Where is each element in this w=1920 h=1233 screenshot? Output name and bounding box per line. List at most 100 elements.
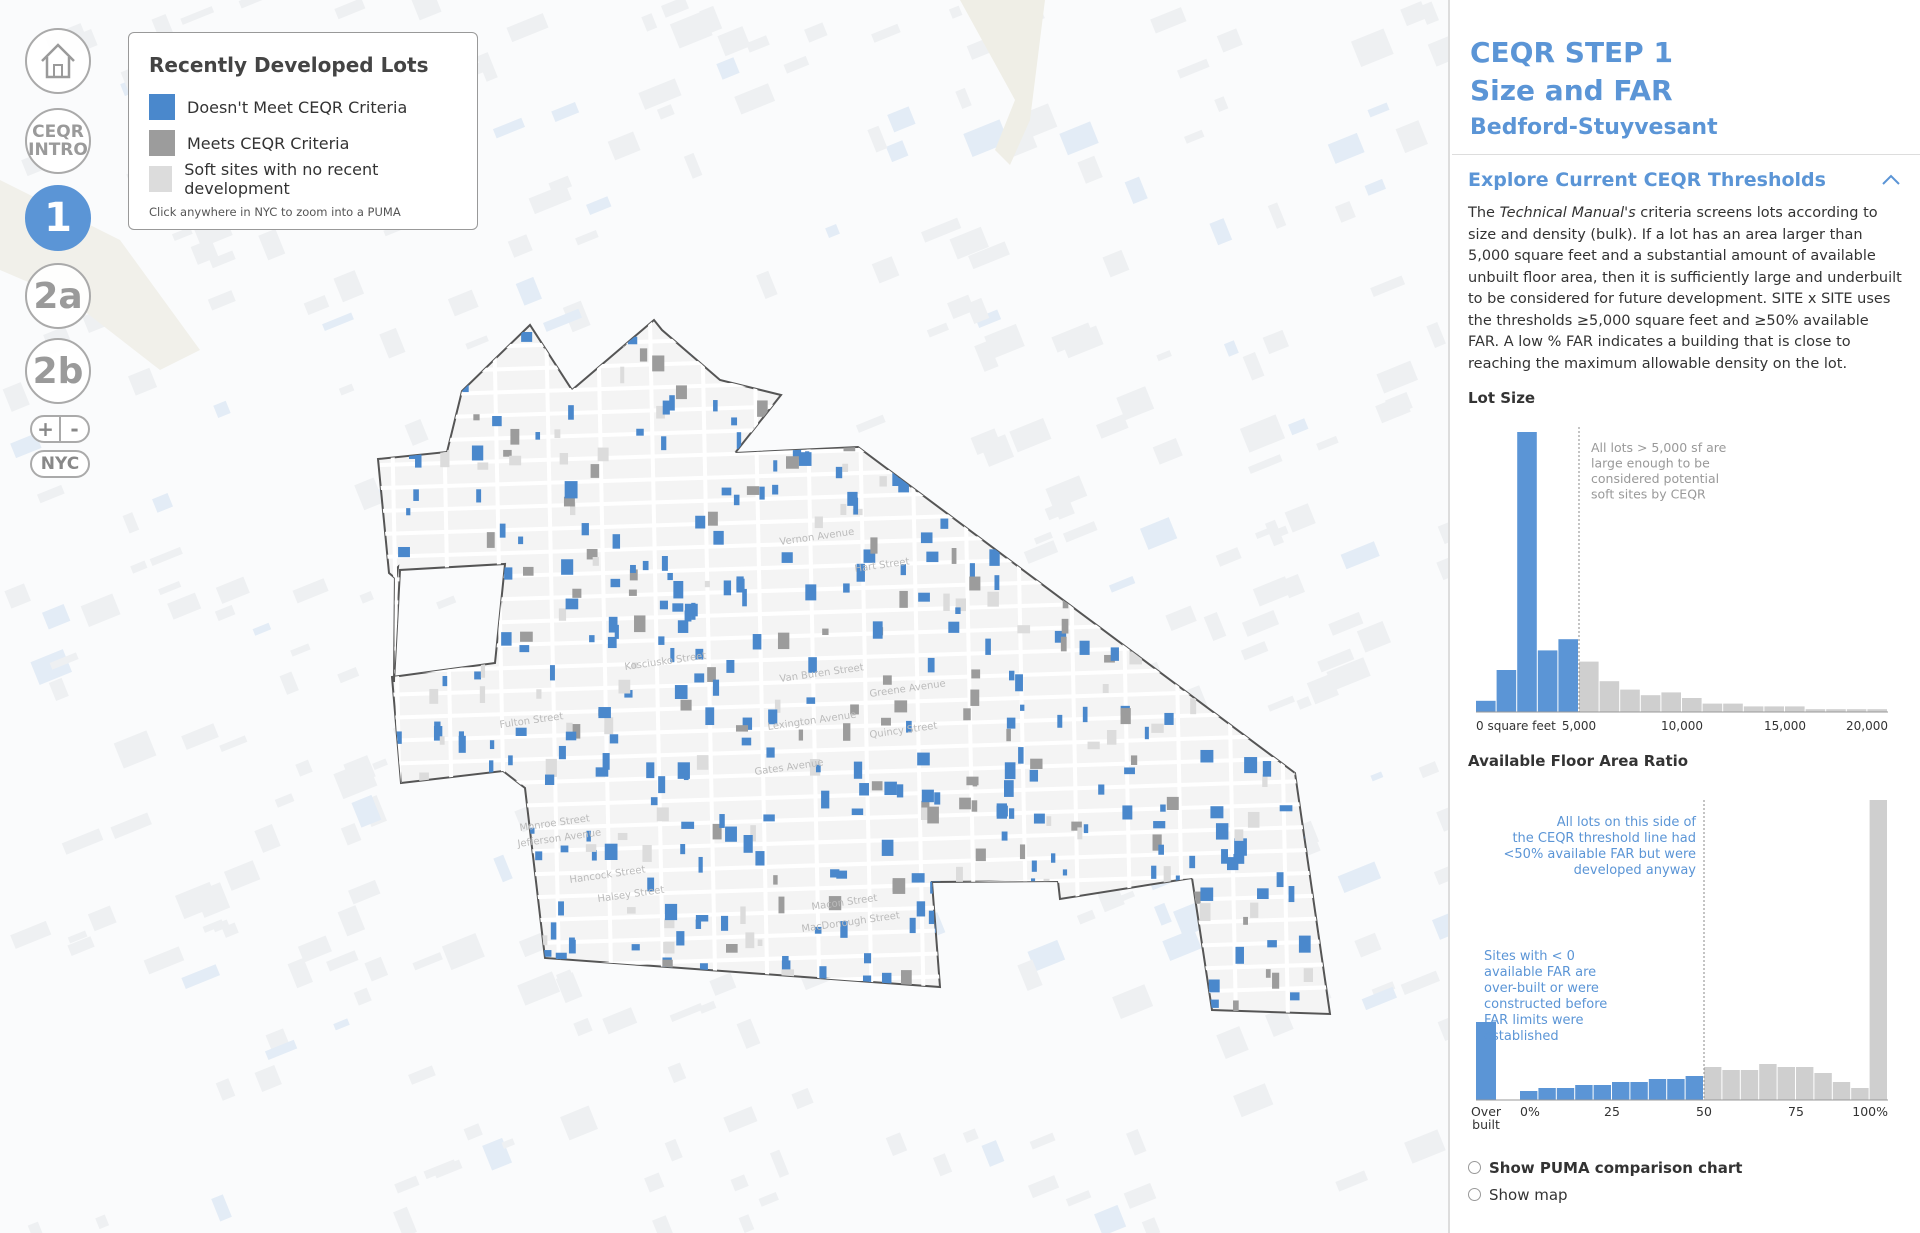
lot — [1093, 470, 1100, 484]
lot — [508, 755, 513, 766]
zoom-in-button[interactable]: + — [32, 417, 61, 441]
lot — [592, 556, 599, 566]
background-block — [292, 578, 329, 604]
lot — [612, 534, 621, 549]
chart-annotation-line: All lots > 5,000 sf are — [1591, 440, 1727, 455]
lot — [1151, 723, 1164, 733]
background-block — [926, 322, 949, 338]
lot — [656, 807, 669, 822]
background-block — [667, 1062, 687, 1084]
lot — [778, 896, 785, 914]
lot — [471, 587, 476, 595]
chart-annotation-line: All lots on this side of — [1557, 815, 1697, 830]
background-block — [1395, 120, 1428, 154]
lot — [602, 753, 610, 770]
lot — [705, 707, 715, 726]
lot — [660, 1008, 666, 1014]
lot — [661, 982, 673, 997]
lot — [1276, 872, 1284, 888]
lot — [900, 970, 912, 986]
lot — [479, 972, 490, 981]
lot — [590, 464, 600, 478]
x-tick-label: 100% — [1852, 1104, 1888, 1119]
lot — [672, 603, 684, 612]
lot — [477, 462, 489, 470]
nyc-button[interactable]: NYC — [30, 450, 90, 478]
background-block — [219, 735, 248, 753]
lot — [872, 621, 883, 639]
lot — [723, 580, 732, 596]
background-block — [734, 83, 776, 115]
lot — [821, 362, 833, 374]
background-block — [274, 793, 295, 808]
lot — [798, 452, 812, 466]
lot — [1152, 978, 1165, 995]
x-tick-label: 20,000 — [1846, 719, 1888, 733]
lot — [759, 486, 765, 500]
background-block — [41, 604, 71, 630]
lot — [955, 607, 961, 614]
lot — [710, 1008, 723, 1014]
lot — [859, 356, 865, 370]
lot — [1338, 500, 1345, 517]
lot — [1215, 823, 1229, 840]
background-block — [181, 964, 221, 989]
lot — [440, 450, 450, 468]
lot — [725, 826, 737, 842]
radio-show-map[interactable] — [1468, 1188, 1481, 1201]
lot — [598, 707, 611, 719]
background-block — [36, 484, 65, 504]
lot — [445, 336, 458, 344]
option-show-map[interactable]: Show map — [1468, 1181, 1920, 1208]
map-canvas[interactable]: Vernon Avenue Hart Street Kosciusko Street… — [0, 0, 1450, 1233]
chevron-up-icon[interactable] — [1880, 169, 1902, 191]
lot — [1017, 625, 1031, 634]
step-2b-button[interactable]: 2b — [25, 338, 91, 404]
lot — [471, 445, 484, 461]
lot — [1019, 844, 1026, 860]
lot — [1158, 565, 1163, 583]
lot — [899, 590, 908, 608]
zoom-out-button[interactable]: - — [61, 417, 88, 441]
lot — [940, 518, 949, 529]
lot — [929, 486, 940, 497]
histogram-bar — [1537, 650, 1558, 712]
ceqr-intro-button[interactable]: CEQR INTRO — [25, 108, 91, 174]
lot — [781, 960, 791, 971]
background-block — [364, 956, 389, 982]
lot — [1123, 632, 1137, 646]
lot — [676, 931, 685, 946]
background-block — [644, 1172, 665, 1193]
background-block — [1223, 340, 1239, 357]
background-block — [783, 55, 810, 74]
lot — [1079, 505, 1091, 515]
lot — [690, 332, 698, 339]
lot — [757, 939, 763, 947]
lot — [504, 838, 511, 850]
lot — [614, 624, 619, 639]
home-button[interactable] — [25, 28, 91, 94]
step-1-button[interactable]: 1 — [25, 185, 91, 251]
lot — [985, 638, 991, 655]
lot — [1170, 982, 1179, 998]
lot — [1118, 608, 1129, 619]
section-header[interactable]: Explore Current CEQR Thresholds — [1468, 169, 1902, 191]
lot — [642, 560, 649, 571]
background-block — [515, 276, 542, 306]
lot — [905, 1018, 911, 1034]
lot — [1173, 365, 1179, 381]
option-puma-comparison[interactable]: Show PUMA comparison chart — [1468, 1154, 1920, 1181]
step-2a-button[interactable]: 2a — [25, 263, 91, 329]
radio-puma-comparison[interactable] — [1468, 1161, 1481, 1174]
lot — [658, 776, 666, 794]
lot — [896, 378, 907, 388]
step-2b-label: 2b — [32, 350, 84, 392]
histogram-bar — [1517, 432, 1537, 712]
lot — [781, 552, 793, 563]
lot — [437, 794, 451, 806]
background-block — [660, 0, 690, 18]
background-block — [1102, 249, 1130, 278]
background-block — [1427, 30, 1448, 67]
background-block — [1059, 121, 1099, 156]
lot — [466, 572, 472, 583]
